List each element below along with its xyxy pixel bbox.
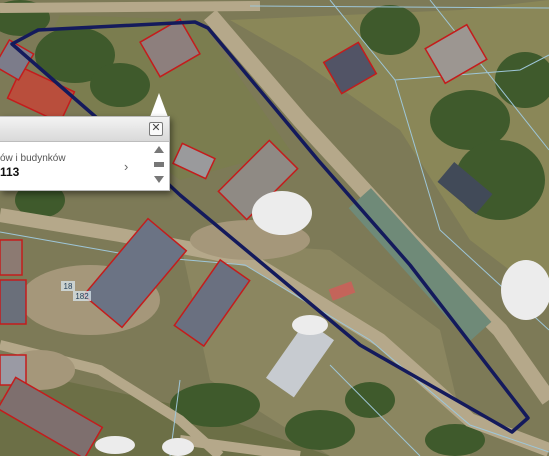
building[interactable] [0, 239, 23, 276]
popup-body: ów i budynków 113 › [0, 142, 169, 190]
building[interactable] [0, 279, 27, 325]
feature-id: 113 [0, 165, 20, 179]
popup-scroller[interactable] [152, 144, 166, 188]
popup-header: ✕ [0, 117, 169, 142]
chevron-right-icon[interactable]: › [124, 159, 128, 174]
scroll-thumb[interactable] [154, 162, 164, 167]
close-icon[interactable]: ✕ [149, 122, 163, 136]
parcel-label: 182 [75, 292, 89, 301]
arrow-up-icon[interactable] [154, 146, 164, 153]
feature-info-popup: ✕ ów i budynków 113 › [0, 116, 170, 191]
arrow-down-icon[interactable] [154, 176, 164, 183]
parcel-label: 18 [64, 282, 73, 291]
map-view[interactable]: 18 182 ✕ ów i budynków 113 › [0, 0, 549, 456]
aerial-imagery[interactable]: 18 182 [0, 0, 549, 456]
popup-tail [150, 93, 168, 117]
layer-name: ów i budynków [0, 153, 66, 164]
